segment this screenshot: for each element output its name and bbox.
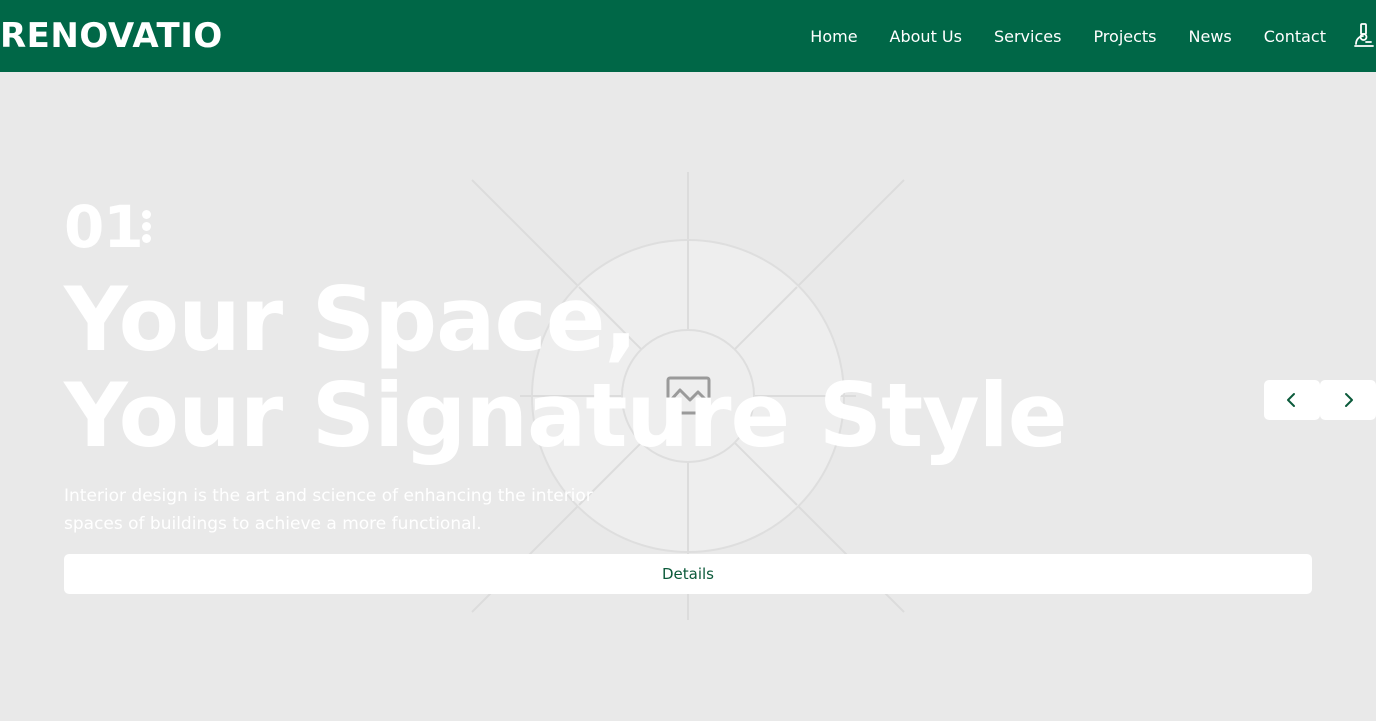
- main-nav: Home About Us Services Projects News Con…: [778, 0, 1376, 72]
- prev-slide-button[interactable]: [1264, 380, 1320, 420]
- hero-slider: 01 Your Space, Your Signature Style Inte…: [0, 72, 1376, 721]
- details-button[interactable]: Details: [64, 554, 1312, 594]
- nav-home[interactable]: Home: [810, 27, 857, 46]
- chevron-right-icon: [1345, 393, 1353, 407]
- site-logo[interactable]: RENOVATIO: [0, 14, 223, 58]
- nav-news[interactable]: News: [1189, 27, 1232, 46]
- nav-contact[interactable]: Contact: [1264, 27, 1326, 46]
- nav-services[interactable]: Services: [994, 27, 1061, 46]
- slide-number: 01: [64, 193, 144, 261]
- nav-about-us[interactable]: About Us: [890, 27, 962, 46]
- hero-description: Interior design is the art and science o…: [64, 486, 593, 534]
- slide-dots-icon: [142, 210, 152, 246]
- nav-projects[interactable]: Projects: [1093, 27, 1156, 46]
- hero-headline: Your Space, Your Signature Style: [64, 272, 1164, 464]
- headline-line-1: Your Space,: [64, 268, 638, 371]
- site-header: RENOVATIO Home About Us Services Project…: [0, 0, 1376, 72]
- next-slide-button[interactable]: [1320, 380, 1376, 420]
- microscope-icon[interactable]: [1352, 22, 1376, 50]
- headline-line-2: Your Signature Style: [64, 364, 1067, 467]
- chevron-left-icon: [1287, 393, 1295, 407]
